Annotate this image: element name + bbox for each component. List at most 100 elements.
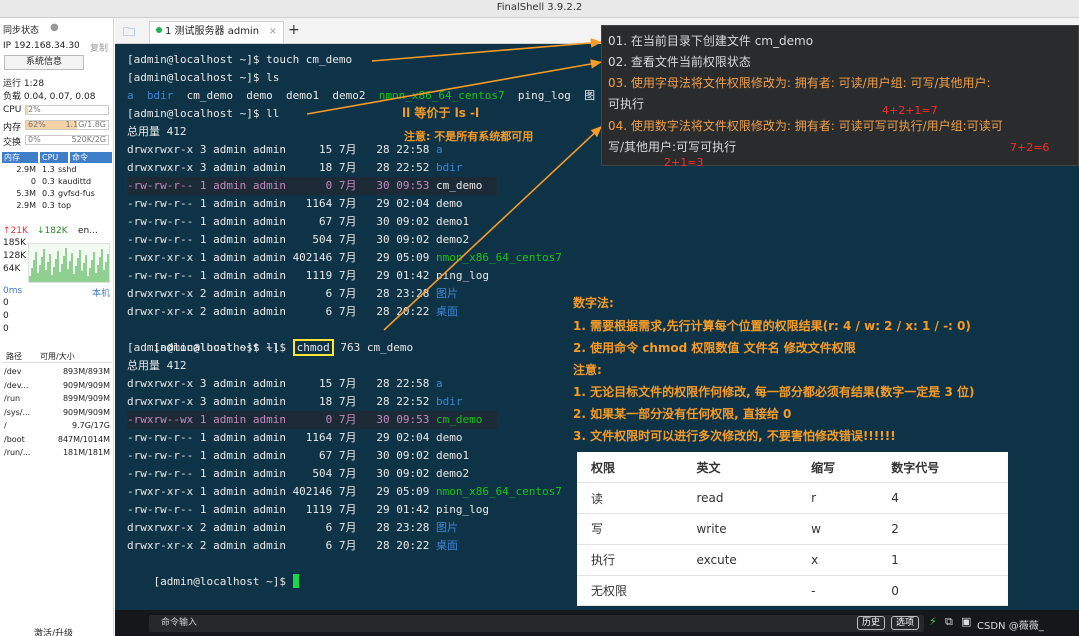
- process-row[interactable]: 2.9M 0.3 top: [2, 200, 112, 212]
- process-row[interactable]: 0 0.3 kaudittd: [2, 176, 112, 188]
- process-cpu: 0.3: [42, 177, 55, 186]
- listing-filename: bdir: [436, 395, 463, 408]
- listing-filename: demo: [436, 431, 463, 444]
- disk-size: 909M/909M: [62, 380, 110, 390]
- ls-item: demo2: [332, 89, 366, 102]
- copy-icon[interactable]: ⧉: [945, 615, 953, 629]
- lock-icon[interactable]: ▣: [961, 615, 971, 628]
- sync-status-dot-icon: ●: [50, 22, 59, 33]
- sysinfo-button[interactable]: 系统信息: [4, 55, 84, 70]
- process-mem: 0: [30, 177, 36, 186]
- disk-path: /: [4, 421, 7, 430]
- listing-filename: 图片: [436, 521, 459, 534]
- permission-table-cell: 1: [877, 544, 1008, 576]
- listing-filename: a: [436, 377, 443, 390]
- disk-row: / 9.7G/17G: [2, 419, 112, 432]
- add-tab-button[interactable]: +: [288, 22, 300, 38]
- mem-percent: 62%: [28, 120, 46, 129]
- command-bar: 命令输入 历史 选项 ⚡ ⧉ ▣ CSDN @薇薇_: [115, 610, 1079, 636]
- disk-col-size: 可用/大小: [40, 352, 75, 361]
- numeric-method-step-2: 2. 使用命令 chmod 权限数值 文件名 修改文件权限: [573, 341, 856, 355]
- disk-size: 847M/1014M: [57, 434, 110, 444]
- permission-table-row: 执行 excute x 1: [577, 544, 1008, 576]
- listing-row: -rw-rw-r-- 1 admin admin 504 7月 30 09:02…: [127, 465, 469, 483]
- listing-meta: -rwxrw--wx 1 admin admin 0 7月 30 09:53: [127, 413, 437, 426]
- latency-host[interactable]: 本机: [92, 286, 110, 299]
- disk-size: 899M/909M: [62, 394, 110, 403]
- permission-table-cell: 读: [577, 482, 683, 515]
- disk-row: /sys/... 909M/909M: [2, 406, 112, 419]
- window-title: FinalShell 3.9.2.2: [496, 2, 583, 13]
- numeric-method-title: 数字法:: [573, 296, 614, 310]
- permission-table-cell: write: [682, 513, 798, 545]
- process-cpu: 1.3: [42, 165, 55, 174]
- listing-filename: nmon_x86_64_centos7: [436, 251, 562, 264]
- numeric-method-note-3: 3. 文件权限时可以进行多次修改的, 不要害怕修改错误!!!!!!: [573, 429, 896, 443]
- listing-filename: 图片: [436, 287, 459, 300]
- process-mem: 5.3M: [16, 189, 36, 198]
- disk-size: 893M/893M: [62, 367, 110, 376]
- listing-meta: drwxrwxr-x 3 admin admin 18 7月 28 22:52: [127, 395, 437, 408]
- listing-row: -rw-rw-r-- 1 admin admin 504 7月 30 09:02…: [127, 231, 469, 249]
- disk-row: /dev 893M/893M: [2, 365, 112, 378]
- proc-col-mem[interactable]: 内存: [2, 152, 38, 163]
- listing-filename: 桌面: [436, 539, 459, 552]
- listing-row: drwxr-xr-x 2 admin admin 6 7月 28 20:22 桌…: [127, 537, 458, 555]
- process-cmd: gvfsd-fus: [58, 189, 95, 198]
- copy-ip-button[interactable]: 复制: [90, 41, 108, 54]
- disk-row: /run/... 181M/181M: [2, 446, 112, 459]
- col-abbr: 缩写: [797, 452, 878, 484]
- lightning-icon[interactable]: ⚡: [929, 615, 937, 628]
- numeric-method-note-2: 2. 如果某一部分没有任何权限, 直接给 0: [573, 407, 792, 421]
- net-interface-select[interactable]: en...: [78, 226, 98, 236]
- proc-col-cpu[interactable]: CPU: [40, 152, 68, 163]
- listing-meta: drwxrwxr-x 3 admin admin 15 7月 28 22:58: [127, 377, 437, 390]
- listing-row: -rwxr-xr-x 1 admin admin 402146 7月 29 05…: [127, 249, 562, 267]
- listing-filename: ping_log: [436, 269, 489, 282]
- folder-icon[interactable]: 🗀: [123, 23, 135, 44]
- history-button[interactable]: 历史: [857, 616, 886, 630]
- terminal-line-chmod: [admin@localhost ~]$ chmod 763 cm_demo: [127, 321, 413, 356]
- process-cmd: top: [58, 201, 72, 210]
- process-mem: 2.9M: [16, 201, 36, 210]
- listing-row: drwxrwxr-x 3 admin admin 18 7月 28 22:52 …: [127, 159, 463, 177]
- command-input[interactable]: 命令输入: [149, 615, 924, 632]
- permission-table-cell: -: [797, 575, 878, 607]
- permission-table-cell: 执行: [577, 544, 683, 576]
- proc-col-cmd[interactable]: 命令: [70, 152, 112, 163]
- chmod-highlight: chmod: [292, 339, 334, 356]
- listing-filename: cm_demo: [436, 413, 483, 426]
- process-row[interactable]: 5.3M 0.3 gvfsd-fus: [2, 188, 112, 200]
- terminal-cursor: [292, 574, 299, 588]
- net-scale-top: 185K: [3, 238, 27, 248]
- cpu-meter: 2%: [25, 105, 109, 115]
- listing-meta: drwxrwxr-x 3 admin admin 15 7月 28 22:58: [127, 143, 437, 156]
- listing-row: -rw-rw-r-- 1 admin admin 1164 7月 29 02:0…: [127, 195, 463, 213]
- process-row[interactable]: 2.9M 1.3 sshd: [2, 164, 112, 176]
- ls-item: cm_demo: [186, 89, 233, 102]
- listing-meta: -rw-rw-r-- 1 admin admin 504 7月 30 09:02: [127, 233, 437, 246]
- close-tab-icon[interactable]: ×: [269, 22, 277, 42]
- listing-filename: cm_demo: [436, 179, 483, 192]
- disk-table-header: 路径 可用/大小: [2, 351, 112, 363]
- listing-filename: demo: [436, 197, 463, 210]
- listing-meta: -rw-rw-r-- 1 admin admin 1119 7月 29 01:4…: [127, 503, 437, 516]
- listing-row: -rwxr-xr-x 1 admin admin 402146 7月 29 05…: [127, 483, 562, 501]
- permission-table-cell: [682, 575, 798, 607]
- listing-row: -rw-rw-r-- 1 admin admin 1119 7月 29 01:4…: [127, 267, 489, 285]
- ls-item: demo: [246, 89, 273, 102]
- options-button[interactable]: 选项: [891, 616, 920, 630]
- listing-filename: demo2: [436, 467, 470, 480]
- process-cmd: sshd: [58, 165, 77, 174]
- task-3-line-2: 可执行: [608, 97, 645, 111]
- ls-item: a: [127, 89, 134, 102]
- process-cpu: 0.3: [42, 201, 55, 210]
- tab-server-admin[interactable]: 1 测试服务器 admin ×: [149, 21, 284, 43]
- task-notes-panel: 01. 在当前目录下创建文件 cm_demo 02. 查看文件当前权限状态 03…: [601, 25, 1079, 169]
- sync-status: 同步状态: [3, 26, 40, 36]
- upgrade-link[interactable]: 激活/升级: [34, 626, 73, 636]
- listing-meta: -rw-rw-r-- 1 admin admin 0 7月 30 09:53: [127, 179, 437, 192]
- connection-status-icon: [156, 27, 162, 33]
- task-1: 01. 在当前目录下创建文件 cm_demo: [608, 34, 814, 48]
- terminal-total-2: 总用量 412: [127, 359, 187, 372]
